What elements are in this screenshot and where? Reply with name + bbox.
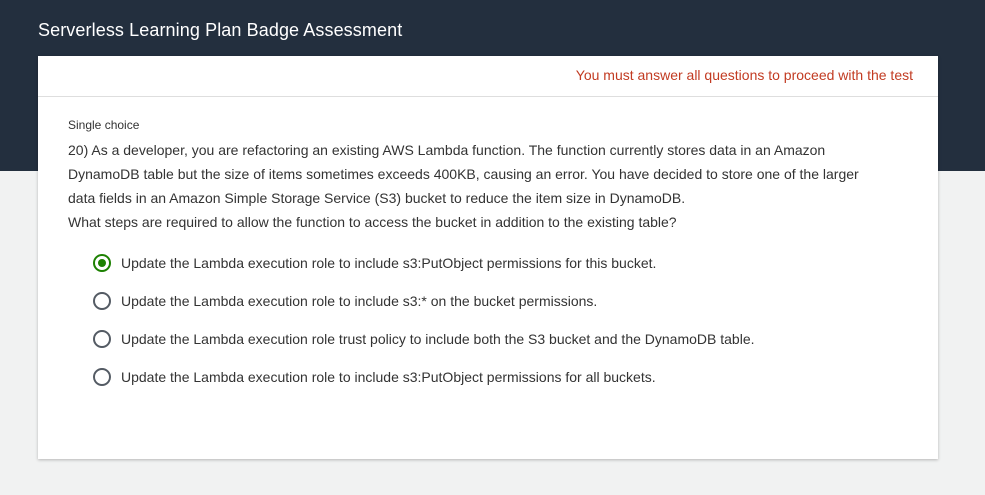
radio-button-icon[interactable] bbox=[93, 330, 111, 348]
radio-button-icon[interactable] bbox=[93, 292, 111, 310]
answer-options: Update the Lambda execution role to incl… bbox=[93, 244, 913, 396]
radio-button-icon[interactable] bbox=[93, 254, 111, 272]
question-body: Single choice 20) As a developer, you ar… bbox=[68, 118, 913, 396]
answer-option-1[interactable]: Update the Lambda execution role to incl… bbox=[93, 244, 913, 282]
question-text-line: data fields in an Amazon Simple Storage … bbox=[68, 190, 686, 206]
question-text-line: DynamoDB table but the size of items som… bbox=[68, 166, 859, 182]
answer-option-label: Update the Lambda execution role trust p… bbox=[121, 331, 755, 347]
card-top-bar: You must answer all questions to proceed… bbox=[38, 56, 938, 97]
question-card: You must answer all questions to proceed… bbox=[38, 56, 938, 459]
answer-option-label: Update the Lambda execution role to incl… bbox=[121, 369, 656, 385]
answer-option-3[interactable]: Update the Lambda execution role trust p… bbox=[93, 320, 913, 358]
question-type-label: Single choice bbox=[68, 118, 140, 132]
page-title: Serverless Learning Plan Badge Assessmen… bbox=[38, 20, 403, 40]
answer-option-4[interactable]: Update the Lambda execution role to incl… bbox=[93, 358, 913, 396]
answer-option-label: Update the Lambda execution role to incl… bbox=[121, 255, 657, 271]
answer-option-2[interactable]: Update the Lambda execution role to incl… bbox=[93, 282, 913, 320]
radio-button-icon[interactable] bbox=[93, 368, 111, 386]
answer-option-label: Update the Lambda execution role to incl… bbox=[121, 293, 598, 309]
question-text-line: 20) As a developer, you are refactoring … bbox=[68, 142, 826, 158]
answer-required-warning: You must answer all questions to proceed… bbox=[575, 67, 913, 83]
question-text: 20) As a developer, you are refactoring … bbox=[68, 138, 913, 234]
question-text-line: What steps are required to allow the fun… bbox=[68, 214, 677, 230]
